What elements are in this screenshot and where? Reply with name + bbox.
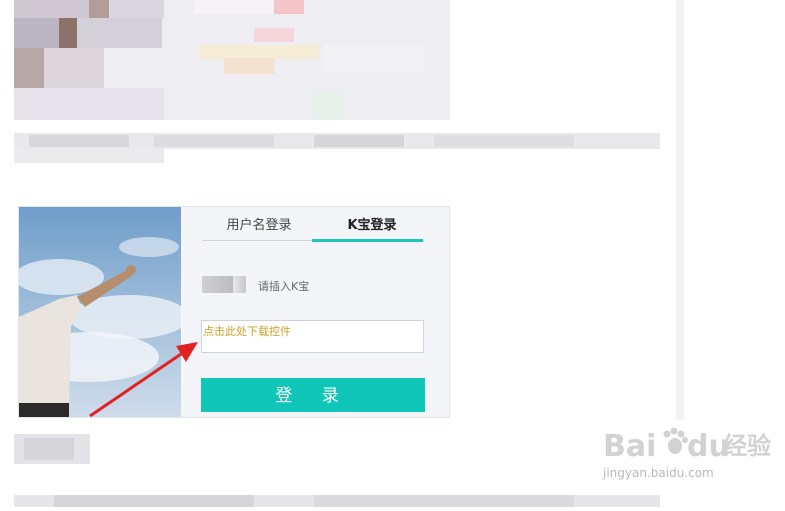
paw-icon	[663, 427, 688, 454]
blurred-image-top	[14, 0, 450, 120]
tab-kbao-login[interactable]: K宝登录	[318, 214, 426, 238]
blurred-text-line-3	[14, 492, 660, 507]
kbao-device-icon	[202, 276, 246, 293]
tab-active-underline	[312, 239, 423, 242]
blurred-image-top-mosaic	[14, 0, 450, 120]
insert-kbao-hint: 请插入K宝	[258, 280, 310, 293]
blurred-text-line-1-mosaic	[14, 133, 660, 163]
red-arrow-head	[176, 342, 198, 362]
blurred-text-line-1	[14, 133, 660, 163]
blurred-text-line-2-mosaic	[14, 434, 90, 464]
watermark-cn-text: 经验	[723, 432, 771, 460]
login-button[interactable]: 登 录	[201, 378, 425, 412]
red-arrow-shaft	[89, 350, 185, 418]
watermark-url: jingyan.baidu.com	[603, 466, 714, 480]
download-control-link[interactable]: 点击此处下载控件	[203, 323, 291, 339]
blurred-text-line-2	[14, 434, 90, 464]
red-arrow-annotation	[89, 342, 198, 418]
blurred-frame-right	[676, 0, 684, 420]
watermark-brand-text: Bai	[603, 429, 656, 464]
tab-username-login[interactable]: 用户名登录	[205, 214, 313, 238]
blurred-text-line-3-mosaic	[14, 495, 660, 507]
